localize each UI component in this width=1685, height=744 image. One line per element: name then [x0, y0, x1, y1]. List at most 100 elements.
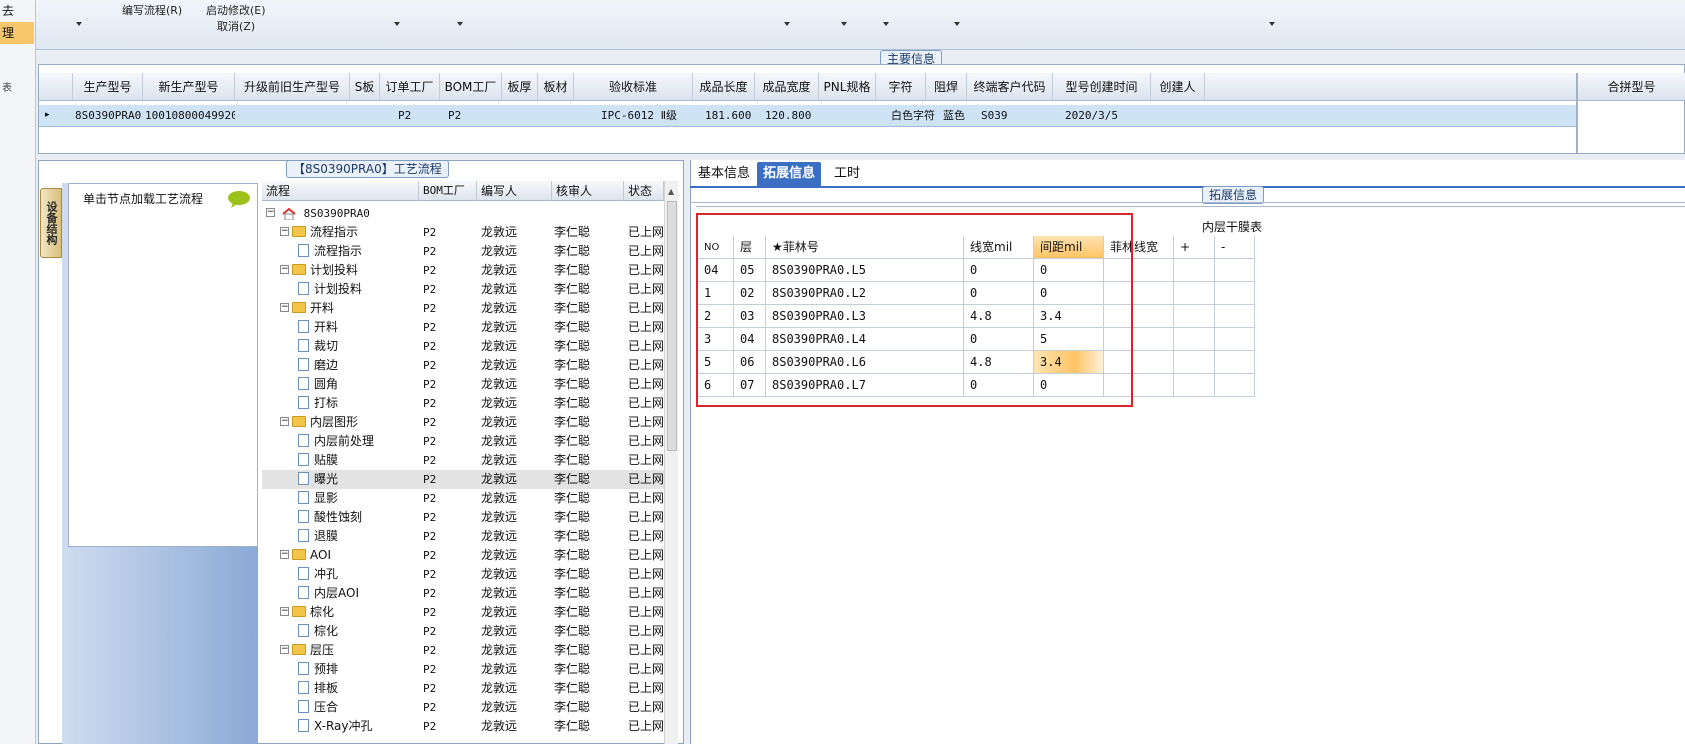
tree-node[interactable]: − 开料: [280, 299, 334, 318]
tree-node[interactable]: 圆角: [298, 375, 338, 394]
cell-customer[interactable]: S039: [977, 105, 1037, 126]
col-header[interactable]: 阻焊: [926, 73, 967, 101]
collapse-icon[interactable]: −: [280, 550, 289, 559]
tree-row[interactable]: − AOI P2 龙敦远 李仁聪 已上网: [262, 546, 664, 565]
col-header[interactable]: BOM工厂: [440, 73, 502, 101]
cell-width[interactable]: 120.800: [761, 105, 821, 126]
tab-device-structure[interactable]: 设备结构: [40, 188, 62, 258]
tree-node[interactable]: − 内层图形: [280, 413, 358, 432]
tree-node[interactable]: 冲孔: [298, 565, 338, 584]
tree-row[interactable]: 开料 P2 龙敦远 李仁聪 已上网: [262, 318, 664, 337]
cell-standard[interactable]: IPC-6012 Ⅱ级: [597, 105, 697, 126]
speech-bubble-icon[interactable]: [227, 190, 251, 208]
col-header[interactable]: 生产型号: [73, 73, 143, 101]
tree-node[interactable]: − 棕化: [280, 603, 334, 622]
tree-row[interactable]: − 开料 P2 龙敦远 李仁聪 已上网: [262, 299, 664, 318]
table-row[interactable]: ▸ 8S0390PRA0 10010800049920 P2 P2 IPC-60…: [39, 105, 1576, 127]
tree-node[interactable]: 内层前处理: [298, 432, 374, 451]
tab-basic-info[interactable]: 基本信息: [692, 162, 756, 186]
scrollbar-thumb[interactable]: [667, 201, 677, 451]
tree-node[interactable]: 排板: [298, 679, 338, 698]
table-cell[interactable]: [1215, 282, 1255, 305]
tree-row[interactable]: 退膜 P2 龙敦远 李仁聪 已上网: [262, 527, 664, 546]
tree-row[interactable]: 圆角 P2 龙敦远 李仁聪 已上网: [262, 375, 664, 394]
chevron-down-icon[interactable]: [394, 22, 400, 26]
scroll-up-icon[interactable]: ▲: [668, 187, 674, 196]
chevron-down-icon[interactable]: [883, 22, 889, 26]
tree-row[interactable]: X-Ray冲孔 P2 龙敦远 李仁聪 已上网: [262, 717, 664, 736]
col-header[interactable]: 字符: [876, 73, 926, 101]
tree-node[interactable]: − 计划投料: [280, 261, 358, 280]
tree-root[interactable]: − 8S0390PRA0: [266, 204, 370, 223]
col-header[interactable]: 板厚: [502, 73, 538, 101]
collapse-icon[interactable]: −: [280, 645, 289, 654]
table-cell[interactable]: [1215, 374, 1255, 397]
tree-node[interactable]: X-Ray冲孔: [298, 717, 372, 736]
tree-row[interactable]: 预排 P2 龙敦远 李仁聪 已上网: [262, 660, 664, 679]
cell-order-factory[interactable]: P2: [380, 105, 440, 126]
col-header-flow[interactable]: 流程: [262, 181, 419, 201]
vertical-scrollbar[interactable]: ▲: [664, 181, 678, 744]
table-cell[interactable]: [1174, 351, 1215, 374]
col-header[interactable]: S板: [350, 73, 380, 101]
table-cell[interactable]: [1174, 259, 1215, 282]
table-cell[interactable]: [1215, 305, 1255, 328]
table-cell[interactable]: [1174, 328, 1215, 351]
chevron-down-icon[interactable]: [457, 22, 463, 26]
col-header-bom[interactable]: BOM工厂: [419, 181, 477, 201]
left-strip-item-active[interactable]: 理: [0, 22, 34, 44]
chevron-down-icon[interactable]: [76, 22, 82, 26]
tree-node[interactable]: 打标: [298, 394, 338, 413]
tree-node[interactable]: 计划投料: [298, 280, 362, 299]
collapse-icon[interactable]: −: [280, 265, 289, 274]
tree-row[interactable]: 曝光 P2 龙敦远 李仁聪 已上网: [262, 470, 664, 489]
left-strip-item[interactable]: 去: [0, 0, 34, 22]
tree-node[interactable]: 棕化: [298, 622, 338, 641]
remove-column-button[interactable]: -: [1215, 236, 1255, 259]
col-header-status[interactable]: 状态: [624, 181, 664, 201]
tree-row[interactable]: 冲孔 P2 龙敦远 李仁聪 已上网: [262, 565, 664, 584]
tree-row[interactable]: 内层AOI P2 龙敦远 李仁聪 已上网: [262, 584, 664, 603]
tab-extended-info[interactable]: 拓展信息: [757, 162, 822, 186]
col-header[interactable]: 新生产型号: [143, 73, 235, 101]
col-header-writer[interactable]: 编写人: [477, 181, 552, 201]
table-cell[interactable]: [1215, 328, 1255, 351]
tree-row[interactable]: 裁切 P2 龙敦远 李仁聪 已上网: [262, 337, 664, 356]
col-header[interactable]: 成品长度: [693, 73, 755, 101]
chevron-down-icon[interactable]: [841, 22, 847, 26]
tree-row[interactable]: 排板 P2 龙敦远 李仁聪 已上网: [262, 679, 664, 698]
tree-row[interactable]: 贴膜 P2 龙敦远 李仁聪 已上网: [262, 451, 664, 470]
cell-mask[interactable]: 蓝色: [939, 105, 975, 126]
tree-row[interactable]: − 层压 P2 龙敦远 李仁聪 已上网: [262, 641, 664, 660]
tree-row[interactable]: 棕化 P2 龙敦远 李仁聪 已上网: [262, 622, 664, 641]
collapse-icon[interactable]: −: [280, 227, 289, 236]
col-header-merged-model[interactable]: 合拼型号: [1578, 73, 1685, 101]
tree-row[interactable]: − 流程指示 P2 龙敦远 李仁聪 已上网: [262, 223, 664, 242]
cell-new-model[interactable]: 10010800049920: [141, 105, 235, 126]
col-header[interactable]: 板材: [538, 73, 574, 101]
tree-node[interactable]: 内层AOI: [298, 584, 359, 603]
tree-row[interactable]: 打标 P2 龙敦远 李仁聪 已上网: [262, 394, 664, 413]
tree-node[interactable]: 曝光: [298, 470, 338, 489]
col-header[interactable]: 终端客户代码: [967, 73, 1053, 101]
cell-created[interactable]: 2020/3/5: [1061, 105, 1141, 126]
start-modify-button[interactable]: 启动修改(E): [206, 2, 266, 18]
collapse-icon[interactable]: −: [280, 303, 289, 312]
cancel-button[interactable]: 取消(Z): [217, 18, 255, 34]
tree-node[interactable]: − 流程指示: [280, 223, 358, 242]
table-cell[interactable]: [1174, 374, 1215, 397]
chevron-down-icon[interactable]: [1269, 22, 1275, 26]
tree-row[interactable]: 计划投料 P2 龙敦远 李仁聪 已上网: [262, 280, 664, 299]
col-header[interactable]: 创建人: [1151, 73, 1205, 101]
collapse-icon[interactable]: −: [266, 208, 275, 217]
tree-node[interactable]: 贴膜: [298, 451, 338, 470]
col-header[interactable]: 验收标准: [574, 73, 693, 101]
cell-char[interactable]: 白色字符: [887, 105, 942, 126]
tree-node[interactable]: 酸性蚀刻: [298, 508, 362, 527]
tree-row[interactable]: 压合 P2 龙敦远 李仁聪 已上网: [262, 698, 664, 717]
tree-row[interactable]: 磨边 P2 龙敦远 李仁聪 已上网: [262, 356, 664, 375]
tree-node[interactable]: 压合: [298, 698, 338, 717]
cell-bom-factory[interactable]: P2: [444, 105, 504, 126]
tree-node[interactable]: 显影: [298, 489, 338, 508]
tree-row[interactable]: 流程指示 P2 龙敦远 李仁聪 已上网: [262, 242, 664, 261]
